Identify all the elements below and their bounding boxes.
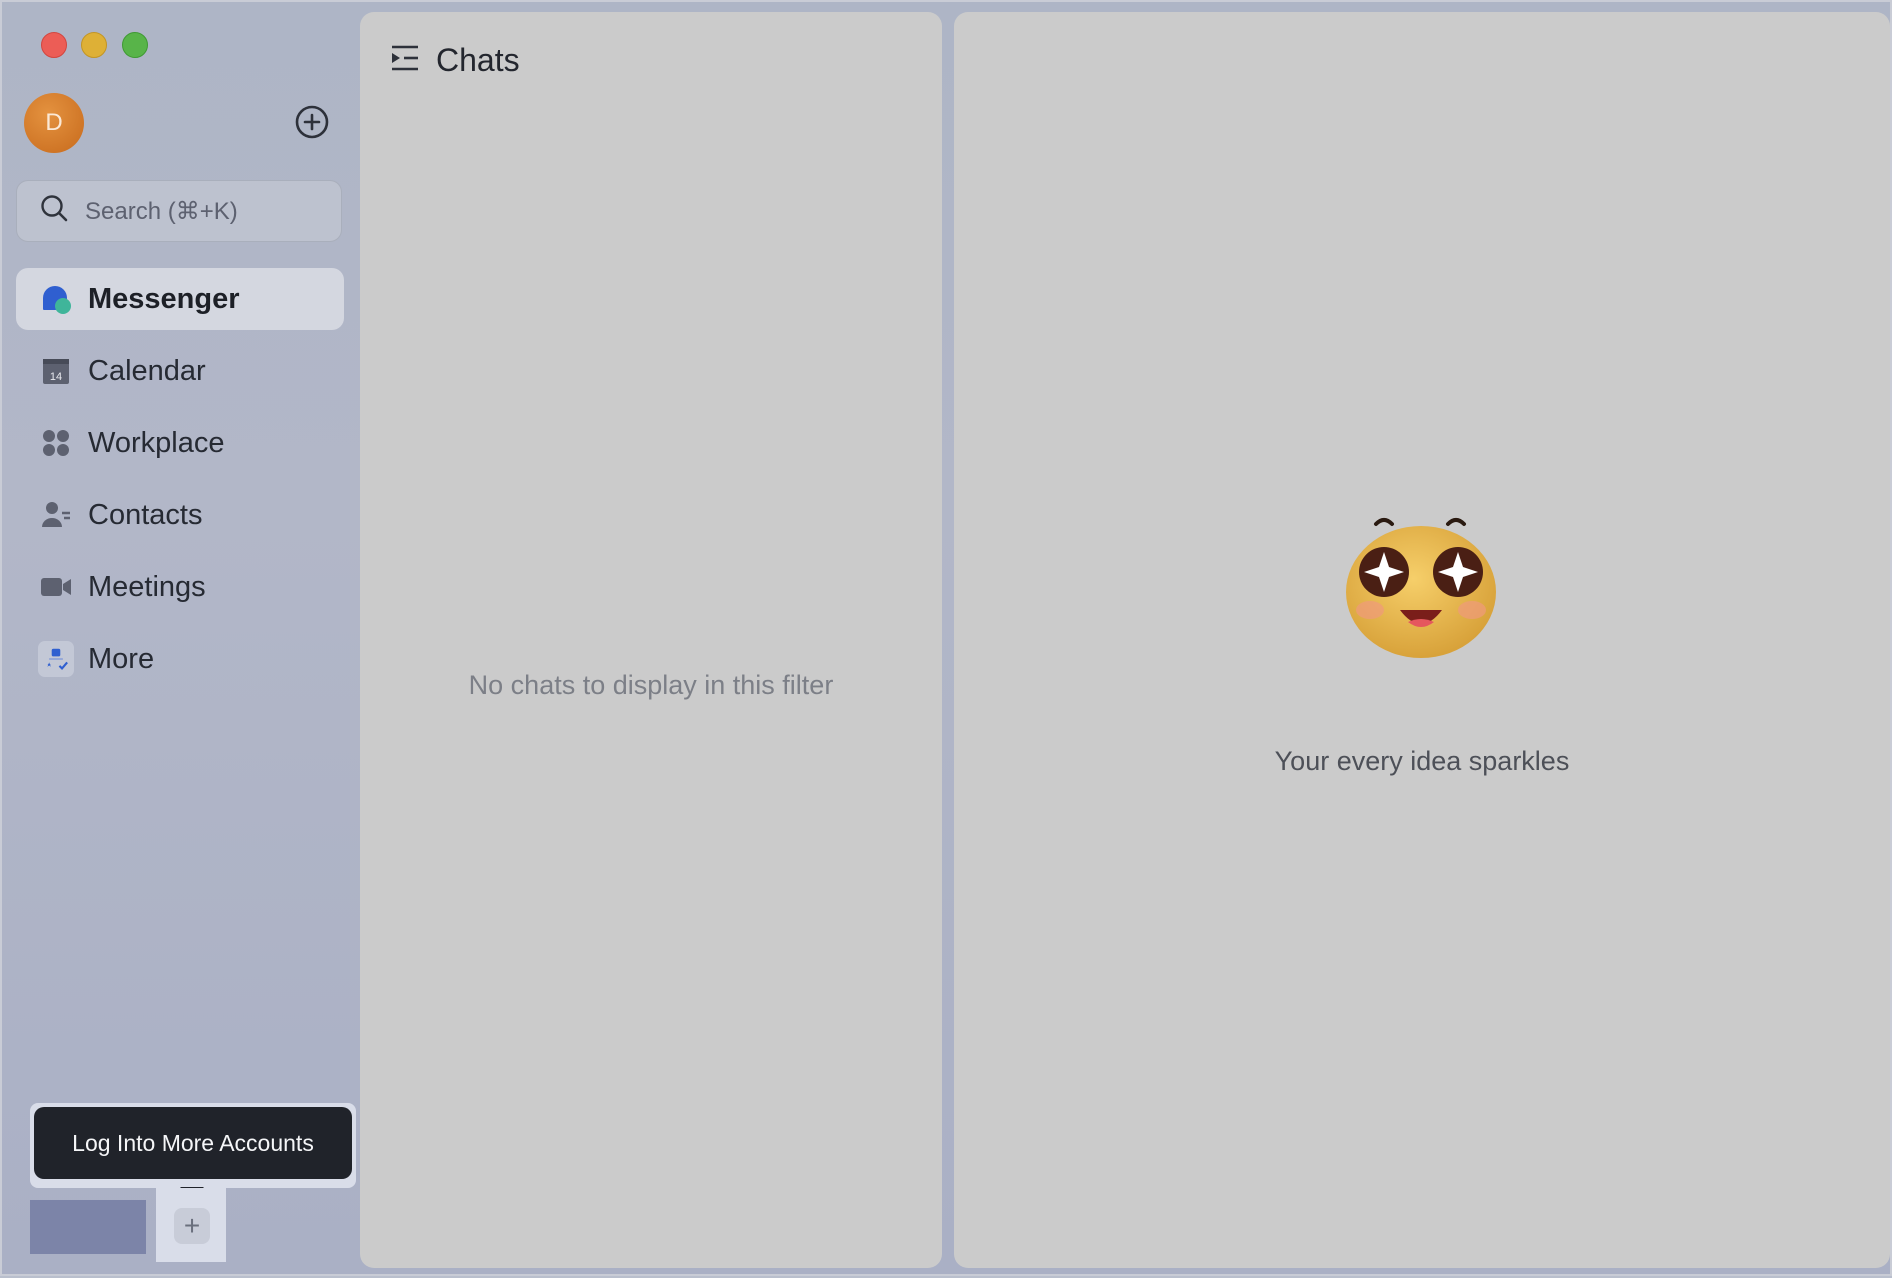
sidebar-item-label: Messenger (88, 282, 240, 315)
meetings-icon (38, 569, 74, 605)
sidebar-item-messenger[interactable]: Messenger (16, 268, 344, 330)
sidebar-item-label: Meetings (88, 570, 206, 603)
sidebar-item-label: Contacts (88, 498, 203, 531)
star-eyes-emoji-icon (1338, 514, 1504, 664)
tooltip-text: Log Into More Accounts (34, 1107, 352, 1179)
create-new-icon[interactable] (294, 104, 330, 140)
sidebar-item-workplace[interactable]: Workplace (16, 412, 344, 474)
expand-sidebar-icon[interactable] (390, 44, 420, 77)
detail-panel: Your every idea sparkles (954, 12, 1890, 1268)
search-placeholder: Search (⌘+K) (85, 197, 238, 225)
sidebar-item-label: More (88, 642, 155, 675)
calendar-icon: 14 (38, 353, 74, 389)
plus-icon: + (183, 1210, 201, 1241)
zoom-window-button[interactable] (122, 32, 148, 58)
add-account-button[interactable]: + (174, 1208, 210, 1244)
calendar-day: 14 (50, 371, 62, 383)
sidebar-item-more[interactable]: More (16, 628, 344, 690)
sidebar-item-contacts[interactable]: Contacts (16, 484, 344, 546)
minimize-window-button[interactable] (81, 32, 107, 58)
app-window: D Search (⌘+K) Messenger 14 Calendar Wor… (0, 0, 1892, 1276)
more-icon (38, 641, 74, 677)
page-title: Chats (436, 42, 520, 78)
contacts-icon (38, 497, 74, 533)
messenger-icon (38, 281, 74, 317)
chats-header: Chats (390, 42, 520, 79)
account-thumbnail[interactable] (30, 1200, 146, 1254)
sidebar-item-meetings[interactable]: Meetings (16, 556, 344, 618)
slogan-text: Your every idea sparkles (1274, 746, 1570, 776)
sidebar-item-label: Workplace (88, 426, 225, 459)
avatar[interactable]: D (24, 93, 84, 153)
sidebar: D Search (⌘+K) Messenger 14 Calendar Wor… (2, 2, 360, 1278)
close-window-button[interactable] (41, 32, 67, 58)
search-icon (39, 193, 85, 230)
search-input[interactable]: Search (⌘+K) (16, 180, 342, 242)
chats-panel: Chats No chats to display in this filter (360, 12, 942, 1268)
empty-state-message: No chats to display in this filter (468, 670, 834, 700)
tooltip: Log Into More Accounts (30, 1103, 356, 1188)
workplace-icon (38, 425, 74, 461)
sidebar-item-calendar[interactable]: 14 Calendar (16, 340, 344, 402)
sidebar-item-label: Calendar (88, 354, 206, 387)
avatar-initial: D (45, 109, 63, 136)
